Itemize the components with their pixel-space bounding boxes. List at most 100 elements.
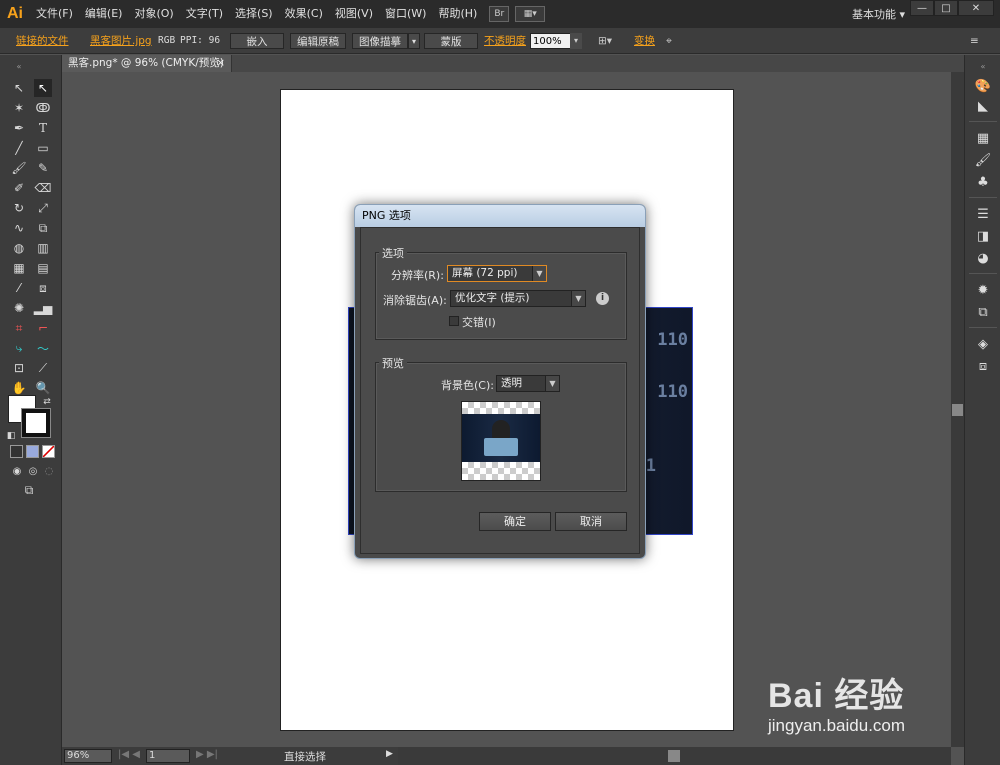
menu-type[interactable]: 文字(T) — [180, 0, 229, 28]
warp-tool-icon[interactable]: ∿ — [10, 219, 28, 237]
close-window-button[interactable]: ✕ — [958, 0, 994, 16]
document-tab[interactable]: 黑客.png* @ 96% (CMYK/预览) × — [62, 55, 232, 72]
interlace-checkbox[interactable] — [449, 316, 459, 326]
color-guide-icon[interactable]: ◣ — [974, 97, 992, 115]
vertical-scrollbar[interactable] — [951, 72, 964, 747]
shape-builder-icon[interactable]: ◍ — [10, 239, 28, 257]
eyedropper-icon[interactable]: ⁄ — [10, 279, 28, 297]
column-graph-icon[interactable]: ▂▅ — [34, 299, 52, 317]
expand-panels-icon[interactable]: « — [974, 57, 992, 75]
symbol-sprayer-icon[interactable]: ✺ — [10, 299, 28, 317]
mesh-tool-icon[interactable]: ▦ — [10, 259, 28, 277]
scale-tool-icon[interactable]: ⤢ — [34, 199, 52, 217]
zoom-select[interactable]: 96% — [64, 749, 112, 763]
image-trace-button[interactable]: 图像描摹 — [352, 33, 408, 49]
info-icon[interactable]: i — [596, 292, 609, 305]
menu-edit[interactable]: 编辑(E) — [79, 0, 129, 28]
perspective-grid-icon[interactable]: ▥ — [34, 239, 52, 257]
horizontal-scroll-thumb[interactable] — [668, 750, 680, 762]
eraser-icon[interactable]: ⌫ — [34, 179, 52, 197]
ok-button[interactable]: 确定 — [479, 512, 551, 531]
menu-window[interactable]: 窗口(W) — [379, 0, 432, 28]
prev-artboard-icon[interactable]: |◀ ◀ — [118, 749, 140, 760]
slice-tool-icon[interactable]: ⌐ — [34, 319, 52, 337]
menu-file[interactable]: 文件(F) — [30, 0, 79, 28]
align-icon[interactable]: ⊞▾ — [598, 33, 612, 49]
collapse-icon[interactable]: « — [10, 57, 28, 75]
magic-wand-icon[interactable]: ✶ — [10, 99, 28, 117]
close-tab-icon[interactable]: × — [216, 55, 225, 72]
gradient-tool-icon[interactable]: ▤ — [34, 259, 52, 277]
resolution-select[interactable]: 屏幕 (72 ppi) ▼ — [447, 265, 547, 282]
brushes-icon[interactable]: 🖌 — [974, 151, 992, 169]
layers-icon[interactable]: ◈ — [974, 335, 992, 353]
lasso-icon[interactable]: ↂ — [34, 99, 52, 117]
selection-tool-icon[interactable]: ↖ — [10, 79, 28, 97]
width-tool-icon[interactable]: ⤷ — [10, 339, 28, 357]
rotate-tool-icon[interactable]: ↻ — [10, 199, 28, 217]
paintbrush-icon[interactable]: 🖌 — [10, 159, 28, 177]
transparency-icon[interactable]: ◕ — [974, 249, 992, 267]
resolution-label: 分辨率(R): — [391, 269, 444, 282]
next-artboard-icon[interactable]: ▶ ▶| — [196, 749, 218, 760]
color-mode-icon[interactable] — [10, 445, 23, 458]
background-color-select[interactable]: 透明 ▼ — [496, 375, 560, 392]
artboards-icon[interactable]: ⧈ — [974, 357, 992, 375]
edit-original-button[interactable]: 编辑原稿 — [290, 33, 346, 49]
maximize-button[interactable]: □ — [934, 0, 958, 16]
type-tool-icon[interactable]: T — [34, 119, 52, 137]
opacity-dropdown[interactable]: ▾ — [570, 33, 582, 49]
image-trace-dropdown[interactable]: ▾ — [408, 33, 420, 49]
swatches-icon[interactable]: ▦ — [974, 129, 992, 147]
background-color-label: 背景色(C): — [441, 379, 494, 392]
pen-tool-icon[interactable]: ✒ — [10, 119, 28, 137]
symbols-icon[interactable]: ♣ — [974, 173, 992, 191]
rectangle-tool-icon[interactable]: ▭ — [34, 139, 52, 157]
default-colors-icon[interactable]: ◧ — [2, 427, 20, 445]
artboard-tool-icon[interactable]: ⌗ — [10, 319, 28, 337]
filename-link[interactable]: 黑客图片.jpg — [90, 33, 152, 49]
graphic-styles-icon[interactable]: ⧉ — [974, 303, 992, 321]
arrange-documents-button[interactable]: ▦▾ — [515, 6, 546, 22]
isolate-icon[interactable]: ⌖ — [666, 33, 672, 49]
menu-effect[interactable]: 效果(C) — [279, 0, 329, 28]
bridge-button[interactable]: Br — [489, 6, 510, 22]
none-mode-icon[interactable] — [42, 445, 55, 458]
linked-file-link[interactable]: 链接的文件 — [16, 33, 69, 49]
stroke-swatch[interactable] — [21, 408, 51, 438]
menu-select[interactable]: 选择(S) — [229, 0, 279, 28]
screen-mode-icon[interactable]: ⧉ — [20, 481, 38, 499]
panel-menu-icon[interactable]: ≡ — [970, 33, 979, 49]
free-transform-icon[interactable]: ⧉ — [34, 219, 52, 237]
minimize-button[interactable]: — — [910, 0, 934, 16]
embed-button[interactable]: 嵌入 — [230, 33, 284, 49]
blend-tool-icon[interactable]: ⧈ — [34, 279, 52, 297]
menu-object[interactable]: 对象(O) — [128, 0, 179, 28]
appearance-icon[interactable]: ✹ — [974, 281, 992, 299]
cancel-button[interactable]: 取消 — [555, 512, 627, 531]
workspace-switcher[interactable]: 基本功能 ▾ — [852, 6, 905, 22]
artboard-number-select[interactable]: 1 — [146, 749, 190, 763]
draw-inside-icon[interactable]: ◌ — [40, 462, 58, 480]
gradient-icon[interactable]: ◨ — [974, 227, 992, 245]
direct-selection-tool-icon[interactable]: ↖ — [34, 79, 52, 97]
status-menu-icon[interactable]: ▶ — [386, 749, 393, 759]
menu-view[interactable]: 视图(V) — [329, 0, 379, 28]
blob-brush-icon[interactable]: ✐ — [10, 179, 28, 197]
horizontal-scrollbar[interactable] — [398, 747, 951, 765]
gradient-mode-icon[interactable] — [26, 445, 39, 458]
curvature-icon[interactable]: 〜 — [34, 339, 52, 357]
crop-artboard-icon[interactable]: ⊡ — [10, 359, 28, 377]
opacity-link[interactable]: 不透明度 — [484, 33, 526, 49]
stroke-icon[interactable]: ☰ — [974, 205, 992, 223]
mask-button[interactable]: 蒙版 — [424, 33, 478, 49]
knife-icon[interactable]: ⟋ — [34, 359, 52, 377]
antialias-select[interactable]: 优化文字 (提示) ▼ — [450, 290, 586, 307]
swap-colors-icon[interactable]: ⇄ — [38, 393, 56, 411]
menu-help[interactable]: 帮助(H) — [432, 0, 483, 28]
vertical-scroll-thumb[interactable] — [952, 404, 963, 416]
line-tool-icon[interactable]: ╱ — [10, 139, 28, 157]
pencil-icon[interactable]: ✎ — [34, 159, 52, 177]
transform-link[interactable]: 变换 — [634, 33, 655, 49]
color-panel-icon[interactable]: 🎨 — [974, 77, 992, 95]
